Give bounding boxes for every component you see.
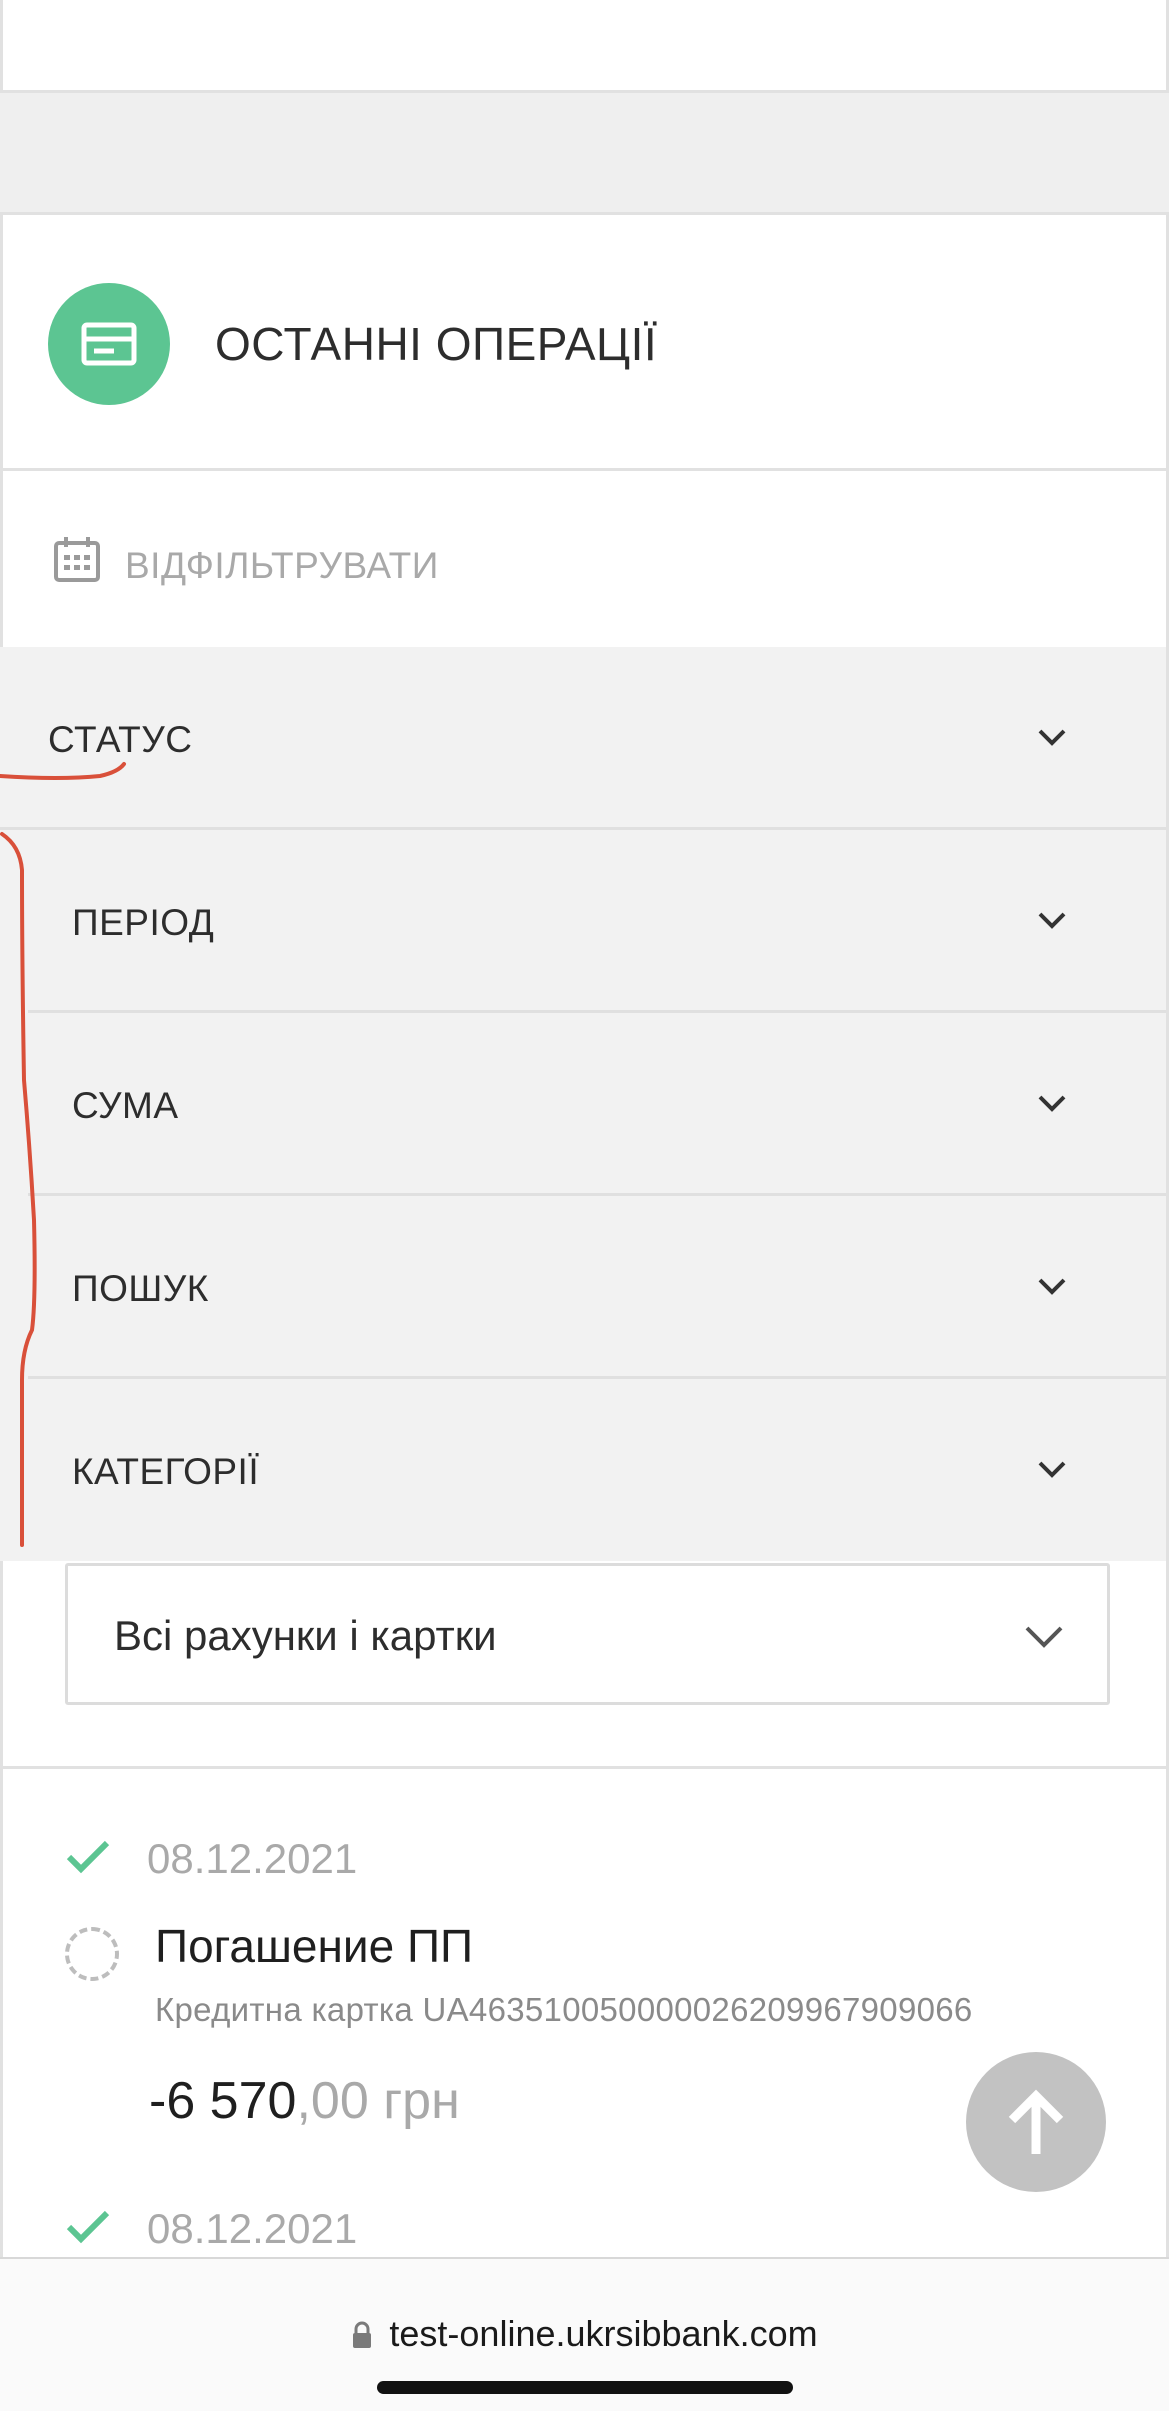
chevron-down-icon: [1038, 1461, 1066, 1478]
accordion-label: СТАТУС: [48, 719, 193, 760]
lock-icon: [353, 2321, 372, 2348]
recent-operations-header: ОСТАННІ ОПЕРАЦІЇ: [0, 215, 1169, 471]
account-select-section: Всі рахунки і картки: [0, 1561, 1169, 1769]
accordion-item-period[interactable]: ПЕРІОД: [28, 830, 1166, 1013]
accordion-item-search[interactable]: ПОШУК: [28, 1196, 1166, 1379]
accordion-label: ПОШУК: [72, 1268, 209, 1309]
top-section: [0, 0, 1169, 93]
chevron-down-icon: [1038, 912, 1066, 929]
check-icon: [66, 1840, 110, 1874]
calendar-icon: [54, 537, 100, 582]
account-select-value: Всі рахунки і картки: [114, 1612, 497, 1659]
filter-accordion: СТАТУС ПЕРІОД СУМА ПОШУК КАТЕГОРІЇ: [0, 647, 1169, 1562]
address-bar: test-online.ukrsibbank.com: [0, 2313, 1169, 2355]
filter-toggle[interactable]: ВІДФІЛЬТРУВАТИ: [0, 471, 1169, 647]
section-divider-band: [0, 93, 1169, 215]
filter-label: ВІДФІЛЬТРУВАТИ: [125, 545, 439, 586]
url-text: test-online.ukrsibbank.com: [389, 2313, 818, 2354]
chevron-down-icon: [1038, 1095, 1066, 1112]
accordion-label: КАТЕГОРІЇ: [72, 1451, 260, 1492]
chevron-down-icon: [1025, 1626, 1063, 1648]
chevron-down-icon: [1038, 729, 1066, 746]
transaction-account: Кредитна картка UA4635100500000262099679…: [155, 1991, 973, 2028]
accordion-item-categories[interactable]: КАТЕГОРІЇ: [28, 1379, 1166, 1562]
chevron-down-icon: [1038, 1278, 1066, 1295]
home-indicator: [377, 2381, 793, 2394]
card-icon: [48, 283, 170, 405]
transaction-list: 08.12.2021 Погашение ПП Кредитна картка …: [0, 1769, 1169, 2257]
page-title: ОСТАННІ ОПЕРАЦІЇ: [215, 318, 658, 370]
scroll-to-top-button[interactable]: [966, 2052, 1106, 2192]
browser-address-bar[interactable]: test-online.ukrsibbank.com: [0, 2257, 1169, 2411]
transaction-date: 08.12.2021: [147, 1835, 358, 1882]
accordion-label: ПЕРІОД: [72, 902, 215, 943]
arrow-up-icon: [1008, 2089, 1064, 2154]
accordion-label: СУМА: [72, 1085, 179, 1126]
transaction-date: 08.12.2021: [147, 2205, 358, 2252]
accordion-item-amount[interactable]: СУМА: [28, 1013, 1166, 1196]
amount-decimal: ,00 грн: [296, 2072, 460, 2130]
accordion-item-status[interactable]: СТАТУС: [0, 647, 1166, 830]
amount-integer: -6 570: [149, 2072, 297, 2130]
transaction-title: Погашение ПП: [155, 1920, 474, 1972]
check-icon: [66, 2210, 110, 2244]
transaction-amount: -6 570,00 грн: [149, 2071, 460, 2131]
account-select[interactable]: Всі рахунки і картки: [65, 1563, 1110, 1705]
pending-status-icon: [65, 1927, 119, 1981]
